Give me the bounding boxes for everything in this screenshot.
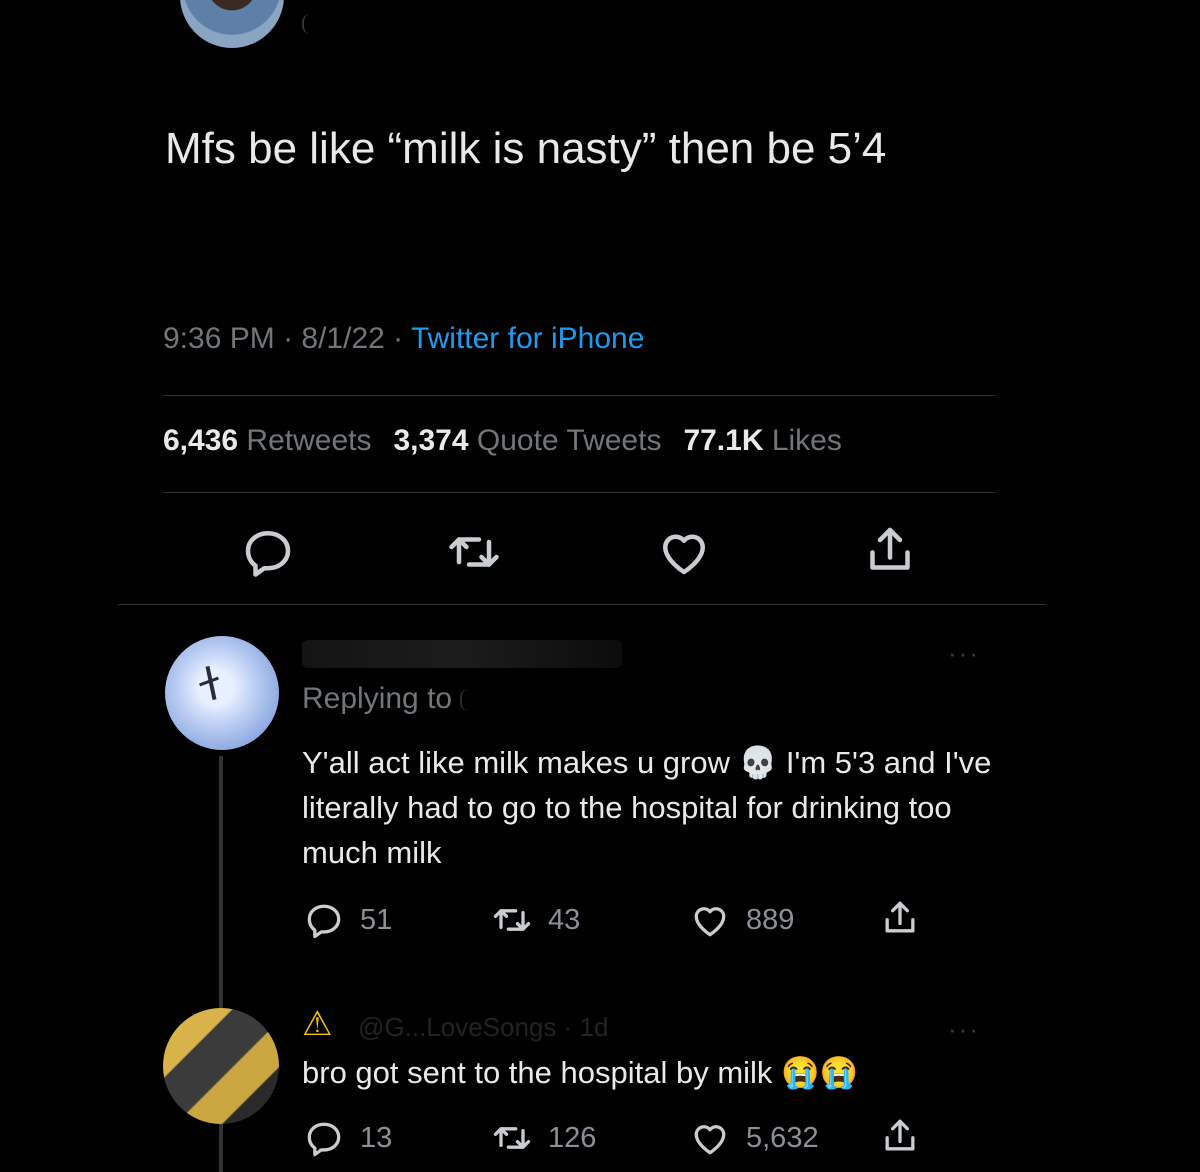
divider [163, 492, 995, 493]
reply-avatar[interactable] [165, 636, 279, 750]
reply-comment-button[interactable]: 51 [302, 898, 392, 942]
reply2-share-button[interactable] [878, 1114, 922, 1158]
share-icon[interactable] [860, 520, 920, 580]
reply-share-button[interactable] [878, 896, 922, 940]
retweet-icon[interactable] [444, 522, 504, 582]
tweet-text: Mfs be like “milk is nasty” then be 5’4 [165, 124, 887, 173]
reply2-handle[interactable]: @G...LoveSongs · 1d [358, 1012, 608, 1043]
retweets-stat[interactable]: 6,436 Retweets [163, 424, 371, 457]
retweet-icon [493, 909, 531, 931]
comment-icon [307, 1122, 341, 1157]
reply-author-blurred[interactable] [302, 640, 622, 668]
tweet-date: 8/1/22 [301, 322, 385, 355]
reply2-comment-button[interactable]: 13 [302, 1116, 392, 1160]
likes-stat[interactable]: 77.1K Likes [683, 424, 841, 457]
reply2-retweet-button[interactable]: 126 [490, 1116, 596, 1160]
heart-icon [694, 907, 726, 937]
share-icon [885, 1119, 915, 1151]
author-name-truncated[interactable] [302, 14, 314, 34]
retweet-icon [493, 1127, 531, 1149]
divider [118, 604, 1046, 605]
heart-icon[interactable] [654, 522, 714, 582]
replying-handle-truncated[interactable] [460, 689, 472, 712]
comment-icon [307, 904, 341, 939]
author-avatar[interactable] [180, 0, 284, 48]
divider [163, 395, 995, 396]
reply-retweet-button[interactable]: 43 [490, 898, 580, 942]
more-options-icon[interactable]: ··· [948, 1014, 980, 1045]
comment-icon[interactable] [238, 522, 298, 582]
reply-like-button[interactable]: 889 [688, 898, 794, 942]
reply2-like-button[interactable]: 5,632 [688, 1116, 819, 1160]
heart-icon [694, 1125, 726, 1155]
warning-icon: ⚠ [302, 1005, 333, 1043]
more-options-icon[interactable]: ··· [948, 638, 980, 669]
quote-tweets-stat[interactable]: 3,374 Quote Tweets [393, 424, 661, 457]
share-icon [885, 901, 915, 933]
replying-to: Replying to [302, 682, 472, 716]
tweet-meta: 9:36 PM · 8/1/22 · Twitter for iPhone [163, 322, 645, 355]
reply2-avatar[interactable] [163, 1008, 279, 1124]
reply-text: Y'all act like milk makes u grow 💀 I'm 5… [302, 745, 992, 870]
tweet-source-link[interactable]: Twitter for iPhone [411, 322, 644, 355]
tweet-stats: 6,436 Retweets 3,374 Quote Tweets 77.1K Li… [163, 424, 842, 458]
reply2-text: bro got sent to the hospital by milk 😭😭 [302, 1055, 859, 1090]
tweet-time: 9:36 PM [163, 322, 275, 355]
